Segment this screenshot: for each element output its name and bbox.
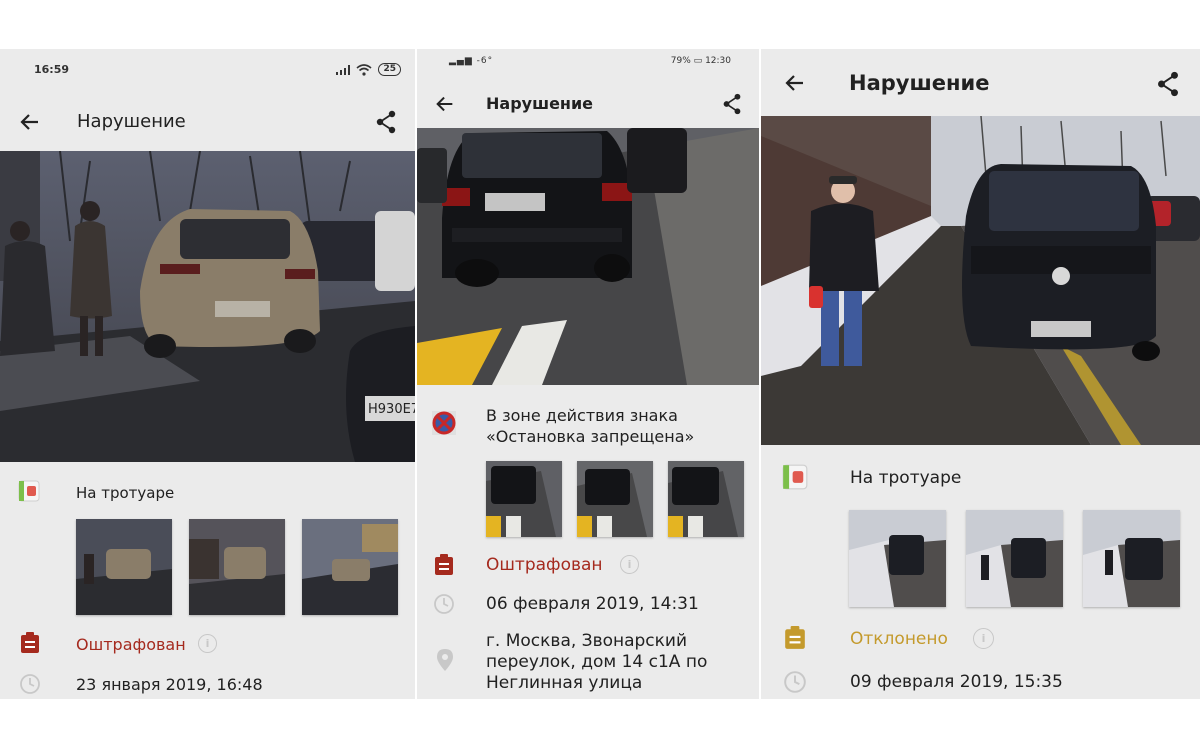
- thumbnail[interactable]: [302, 519, 398, 615]
- violation-type-row: На тротуаре: [761, 463, 1200, 493]
- thumbnail[interactable]: [577, 461, 653, 537]
- status-time: 12:30: [705, 56, 731, 66]
- screen-1: 16:59 25 Нарушение Н930Е7 На тротуаре Ош…: [0, 49, 415, 699]
- address-row: г. Москва, Звонарский переулок, дом 14 с…: [417, 631, 759, 697]
- violation-photo[interactable]: [761, 116, 1200, 445]
- back-arrow-icon[interactable]: [783, 71, 807, 95]
- page-title: Нарушение: [849, 71, 990, 95]
- date-row: 06 февраля 2019, 14:31: [417, 591, 759, 619]
- back-arrow-icon[interactable]: [434, 93, 456, 115]
- date-label: 09 февраля 2019, 15:35: [850, 672, 1063, 692]
- photo-thumbnails: [486, 461, 744, 537]
- battery-percent: 79%: [670, 56, 691, 66]
- clipboard-icon: [785, 626, 805, 649]
- thumbnail[interactable]: [76, 519, 172, 615]
- status-row: Отклонено i: [761, 624, 1200, 654]
- address-label: г. Москва, Звонарский переулок, дом 14 с…: [486, 631, 708, 693]
- date-label: 06 февраля 2019, 14:31: [486, 594, 699, 614]
- date-row: 23 января 2019, 16:48: [0, 671, 415, 699]
- no-stopping-sign-icon: [432, 411, 456, 435]
- date-label: 23 января 2019, 16:48: [76, 675, 263, 694]
- photo-thumbnails: [76, 519, 398, 615]
- thumbnail[interactable]: [966, 510, 1063, 607]
- date-row: 09 февраля 2019, 15:35: [761, 667, 1200, 697]
- status-row: Оштрафован i: [0, 629, 415, 659]
- share-icon[interactable]: [722, 93, 742, 115]
- violation-type-label: На тротуаре: [76, 484, 175, 502]
- page-title: Нарушение: [77, 111, 186, 132]
- back-arrow-icon[interactable]: [18, 110, 42, 134]
- signal-icon: ▂▄▆: [449, 56, 473, 66]
- clock-icon: [20, 674, 40, 694]
- temperature: -6°: [476, 56, 494, 66]
- info-icon[interactable]: i: [620, 555, 639, 574]
- location-pin-icon: [437, 649, 453, 671]
- screen-2: ▂▄▆ -6° 79% ▭ 12:30 Нарушение В зоне дей…: [417, 49, 759, 699]
- share-icon[interactable]: [375, 110, 397, 134]
- thumbnail[interactable]: [1083, 510, 1180, 607]
- sidewalk-icon: [18, 480, 40, 502]
- app-bar: Нарушение: [0, 105, 415, 139]
- share-icon[interactable]: [1156, 71, 1180, 97]
- status-label: Отклонено: [850, 629, 948, 649]
- clock-icon: [784, 671, 806, 693]
- status-bar: 16:59 25: [0, 63, 415, 79]
- clock-icon: [434, 594, 454, 614]
- violation-photo[interactable]: [417, 128, 759, 385]
- info-icon[interactable]: i: [198, 634, 217, 653]
- status-row: Оштрафован i: [417, 551, 759, 579]
- status-label: Оштрафован: [76, 635, 186, 654]
- wifi-icon: [356, 63, 372, 76]
- screen-3: Нарушение На тротуаре Отклонено i 09 фев…: [761, 49, 1200, 699]
- thumbnail[interactable]: [849, 510, 946, 607]
- thumbnail[interactable]: [189, 519, 285, 615]
- status-bar: ▂▄▆ -6° 79% ▭ 12:30: [417, 56, 759, 70]
- battery-icon: ▭: [693, 56, 703, 66]
- clipboard-icon: [21, 632, 39, 653]
- app-bar: Нарушение: [761, 67, 1200, 101]
- thumbnail[interactable]: [486, 461, 562, 537]
- violation-type-label: В зоне действия знака «Остановка запреще…: [486, 406, 695, 446]
- violation-type-row: В зоне действия знака «Остановка запреще…: [417, 405, 759, 449]
- violation-photo[interactable]: Н930Е7: [0, 151, 415, 462]
- status-label: Оштрафован: [486, 555, 603, 575]
- license-plate: Н930Е7: [368, 402, 415, 417]
- app-bar: Нарушение: [417, 89, 759, 119]
- sidewalk-icon: [782, 464, 808, 490]
- violation-type-label: На тротуаре: [850, 468, 962, 488]
- photo-thumbnails: [849, 510, 1180, 607]
- battery-indicator: 25: [378, 63, 401, 76]
- status-time: 16:59: [34, 63, 70, 76]
- clipboard-icon: [435, 554, 453, 575]
- thumbnail[interactable]: [668, 461, 744, 537]
- info-icon[interactable]: i: [973, 628, 994, 649]
- violation-type-row: На тротуаре: [0, 477, 415, 507]
- signal-icon: [336, 64, 351, 75]
- page-title: Нарушение: [486, 94, 594, 113]
